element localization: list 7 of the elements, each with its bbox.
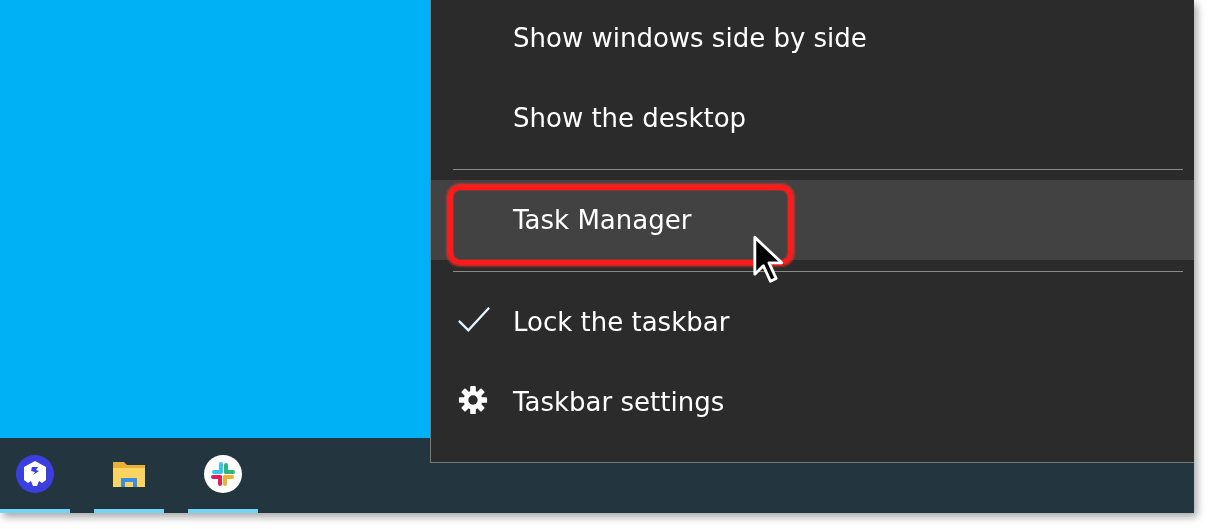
menu-item[interactable]: Lock the taskbar [431, 282, 1194, 362]
menu-item[interactable]: Show the desktop [431, 78, 1194, 158]
menu-item[interactable]: Taskbar settings [431, 362, 1194, 442]
settings-icon [458, 385, 488, 415]
hash-logo-icon[interactable] [203, 453, 243, 494]
cube-app-icon[interactable] [15, 453, 55, 494]
menu-item[interactable]: Show windows side by side [431, 0, 1194, 78]
